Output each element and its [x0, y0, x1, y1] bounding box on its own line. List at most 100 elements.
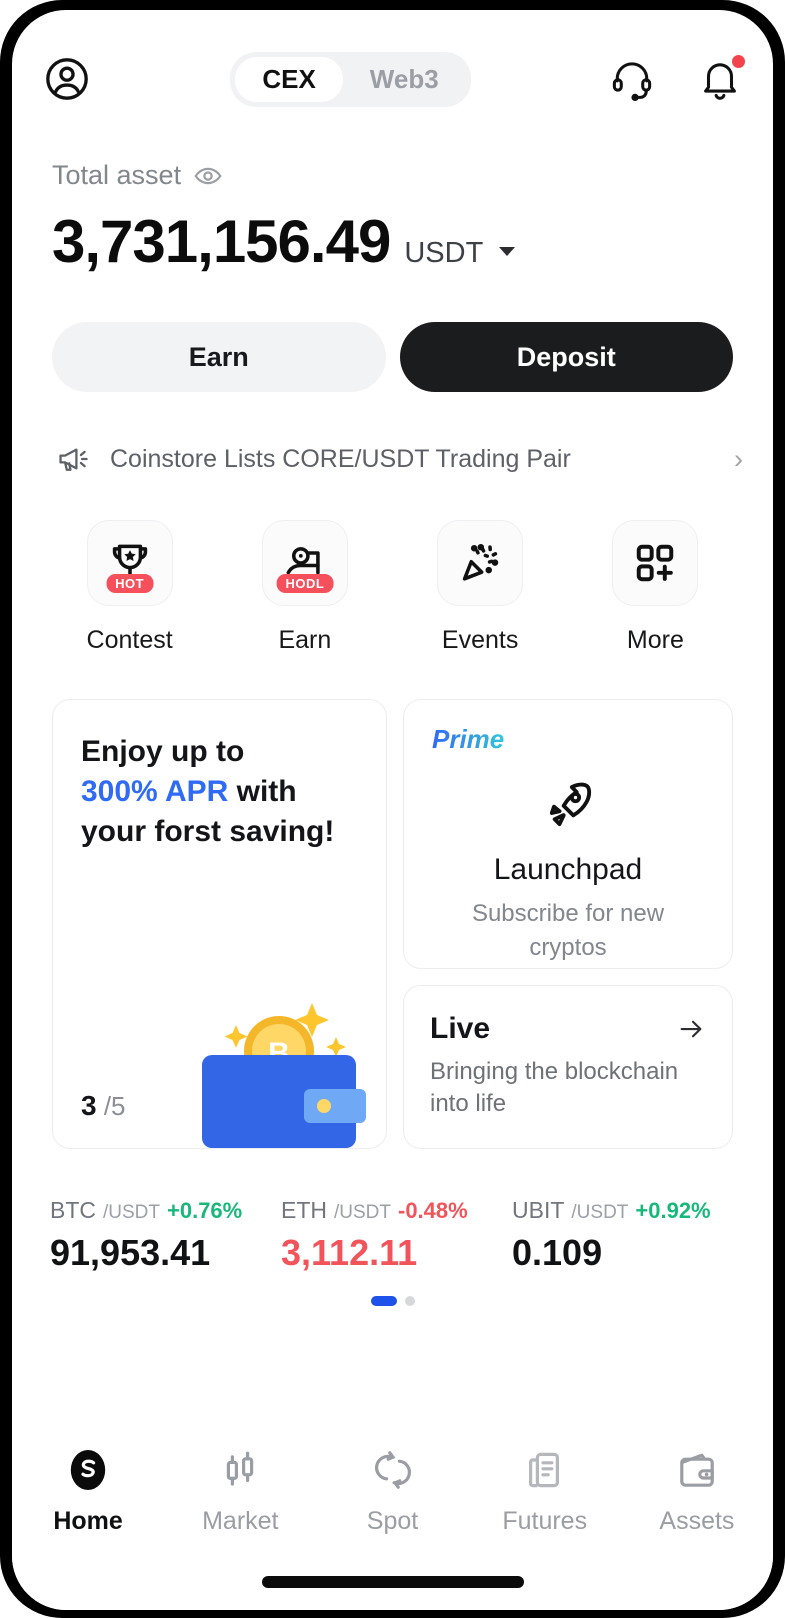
ticker-quote: /USDT: [334, 1202, 391, 1223]
app-header: CEX Web3: [12, 10, 773, 110]
ticker-price: 0.109: [512, 1232, 603, 1273]
balance-currency[interactable]: USDT: [404, 237, 483, 270]
total-asset-label: Total asset: [52, 160, 182, 190]
ticker-item[interactable]: ETH /USDT -0.48% 3,112.11: [281, 1197, 512, 1274]
quick-actions: HOT Contest HODL Earn Events More: [12, 476, 773, 655]
confetti-icon: [462, 543, 499, 581]
pagination-dot[interactable]: [404, 1296, 415, 1306]
contest-tile[interactable]: HOT: [86, 520, 173, 606]
phone-frame: CEX Web3 Total asset 3,731,156.49 USDT E…: [0, 0, 785, 1618]
chevron-right-icon[interactable]: ›: [734, 444, 743, 475]
live-header: Live: [430, 1012, 706, 1046]
ticker-head: BTC /USDT +0.76%: [50, 1197, 281, 1224]
wallet-icon: [680, 1453, 714, 1487]
ticker-price: 91,953.41: [50, 1232, 211, 1273]
total-asset-label-row: Total asset: [52, 160, 733, 191]
carousel-current: 3: [81, 1090, 97, 1121]
launchpad-subtitle: Subscribe for new cryptos: [471, 900, 665, 961]
events-tile[interactable]: [437, 520, 524, 606]
quick-action-contest[interactable]: HOT Contest: [42, 520, 217, 655]
notification-dot: [732, 55, 745, 68]
announcement-bar[interactable]: Coinstore Lists CORE/USDT Trading Pair ›: [12, 392, 773, 476]
grid-plus-icon: [637, 544, 674, 582]
promo-line2-tail: with: [228, 774, 297, 808]
live-card[interactable]: Live Bringing the blockchain into life: [403, 985, 733, 1149]
swap-circles-icon: [374, 1451, 411, 1489]
nav-item-spot[interactable]: Spot: [316, 1446, 468, 1536]
cex-web3-toggle[interactable]: CEX Web3: [230, 51, 471, 107]
carousel-counter: 3 /5: [81, 1090, 126, 1122]
promo-accent: 300% APR: [81, 774, 229, 808]
ticker-head: UBIT /USDT +0.92%: [512, 1197, 743, 1224]
live-title: Live: [430, 1012, 491, 1045]
total-asset-section: Total asset 3,731,156.49 USDT: [12, 110, 773, 276]
nav-label: Home: [53, 1507, 123, 1535]
nav-item-market[interactable]: Market: [164, 1446, 316, 1536]
quick-action-label: Contest: [86, 626, 173, 654]
nav-label: Market: [202, 1507, 279, 1535]
launchpad-card[interactable]: Prime Launchpad Subscribe for new crypto…: [403, 699, 733, 969]
document-icon: [528, 1452, 559, 1488]
nav-label: Assets: [659, 1507, 735, 1535]
action-buttons: Earn Deposit: [12, 276, 773, 392]
header-left: [42, 54, 92, 104]
ticker-price: 3,112.11: [281, 1232, 418, 1273]
balance-row: 3,731,156.49 USDT: [52, 207, 733, 276]
savings-promo-card[interactable]: Enjoy up to 300% APR with your forst sav…: [52, 699, 387, 1149]
tab-cex[interactable]: CEX: [235, 56, 343, 102]
ticker-change: -0.48%: [398, 1198, 468, 1223]
quick-action-earn[interactable]: HODL Earn: [217, 520, 392, 655]
carousel-total: /5: [103, 1091, 126, 1121]
ticker-quote: /USDT: [571, 1202, 629, 1223]
headset-icon: [612, 62, 652, 102]
arrow-right-icon[interactable]: [676, 1014, 706, 1044]
launchpad-icon-wrap: [404, 776, 732, 839]
promo-cards: Enjoy up to 300% APR with your forst sav…: [12, 655, 773, 1149]
home-indicator: [261, 1576, 524, 1588]
ticker-item[interactable]: BTC /USDT +0.76% 91,953.41: [50, 1197, 281, 1274]
bottom-navigation: Home Market Spot Futures Assets: [12, 1420, 773, 1610]
more-tile[interactable]: [612, 520, 699, 606]
nav-label: Spot: [366, 1507, 419, 1535]
announcement-text: Coinstore Lists CORE/USDT Trading Pair: [110, 444, 571, 473]
tab-web3[interactable]: Web3: [343, 57, 466, 102]
chevron-down-icon[interactable]: [499, 247, 516, 256]
notifications-button[interactable]: [697, 55, 745, 102]
ticker-base: UBIT: [512, 1197, 565, 1223]
ticker-item[interactable]: UBIT /USDT +0.92% 0.109: [512, 1197, 743, 1274]
megaphone-icon: [59, 448, 88, 471]
candlestick-icon: [227, 1451, 254, 1486]
carousel-pagination: [12, 1296, 773, 1306]
earn-button[interactable]: Earn: [52, 322, 386, 392]
nav-item-futures[interactable]: Futures: [469, 1446, 621, 1536]
quick-action-label: Earn: [278, 626, 332, 654]
quick-action-label: More: [626, 626, 684, 654]
promo-line1: Enjoy up to: [81, 735, 245, 768]
right-cards-column: Prime Launchpad Subscribe for new crypto…: [403, 699, 733, 1149]
ticker-change: +0.92%: [635, 1198, 711, 1223]
header-right: [609, 55, 745, 102]
nav-item-assets[interactable]: Assets: [621, 1446, 773, 1536]
ticker-quote: /USDT: [103, 1202, 160, 1223]
eye-icon[interactable]: [193, 161, 223, 191]
support-button[interactable]: [609, 56, 655, 102]
nav-label: Futures: [502, 1507, 588, 1535]
balance-amount: 3,731,156.49: [52, 208, 391, 275]
nav-item-home[interactable]: Home: [12, 1446, 164, 1536]
ticker-base: BTC: [50, 1197, 96, 1223]
promo-line3: your forst saving!: [81, 814, 335, 848]
quick-action-more[interactable]: More: [568, 520, 743, 655]
earn-tile[interactable]: HODL: [261, 520, 348, 606]
prime-badge: Prime: [432, 724, 505, 754]
profile-button[interactable]: [42, 54, 92, 104]
deposit-button[interactable]: Deposit: [399, 322, 733, 392]
rocket-icon: [549, 782, 592, 827]
pagination-dot-active[interactable]: [370, 1296, 397, 1306]
ticker-base: ETH: [281, 1197, 327, 1223]
promo-headline: Enjoy up to 300% APR with your forst sav…: [81, 732, 386, 852]
quick-action-events[interactable]: Events: [393, 520, 568, 655]
promo-column: Enjoy up to 300% APR with your forst sav…: [52, 699, 387, 1149]
user-circle-icon: [46, 58, 88, 100]
live-subtitle: Bringing the blockchain into life: [430, 1058, 679, 1118]
earn-badge: HODL: [276, 574, 334, 593]
